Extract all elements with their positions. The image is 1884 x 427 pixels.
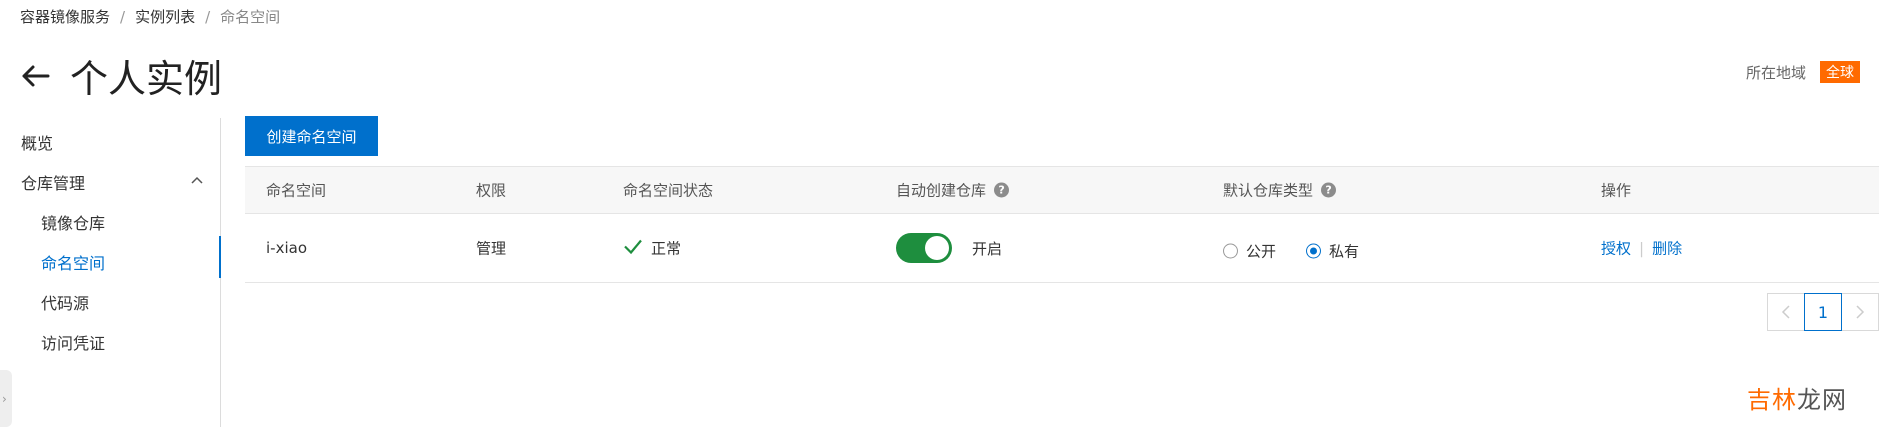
- page-header: 个人实例: [18, 48, 222, 103]
- region-selector[interactable]: 所在地域 全球: [1746, 61, 1860, 83]
- help-icon[interactable]: ?: [1321, 182, 1337, 198]
- breadcrumb-separator: /: [205, 7, 211, 26]
- sidebar-item-namespaces[interactable]: 命名空间: [41, 250, 105, 274]
- region-label: 所在地域: [1745, 63, 1806, 82]
- breadcrumb: 容器镜像服务 / 实例列表 / 命名空间: [20, 6, 280, 27]
- radio-option-public[interactable]: 公开: [1223, 241, 1276, 262]
- sidebar-item-overview[interactable]: 概览: [21, 130, 53, 154]
- repo-type-cell: 公开 私有: [1223, 241, 1381, 262]
- sidebar-item-access-credential[interactable]: 访问凭证: [41, 330, 105, 354]
- page-number-button[interactable]: 1: [1804, 293, 1842, 331]
- chevron-up-icon[interactable]: [190, 170, 204, 189]
- status-cell: 正常: [623, 238, 681, 259]
- actions-cell: 授权 | 删除: [1601, 238, 1682, 259]
- radio-private[interactable]: [1306, 243, 1322, 259]
- namespace-table: 命名空间 权限 命名空间状态 自动创建仓库 ? 默认仓库类型 ? 操作 i-xi…: [245, 166, 1879, 283]
- auto-create-cell: 开启: [896, 233, 1002, 263]
- radio-public-label: 公开: [1246, 242, 1277, 261]
- auto-create-label: 开启: [972, 239, 1003, 258]
- sidebar-group-repo-management[interactable]: 仓库管理: [21, 170, 85, 194]
- sidebar-item-repos[interactable]: 镜像仓库: [41, 210, 105, 234]
- sidebar-active-indicator: [219, 236, 221, 278]
- breadcrumb-item-instances[interactable]: 实例列表: [135, 6, 195, 27]
- header-default-repo-type: 默认仓库类型 ?: [1223, 180, 1337, 201]
- permission-value: 管理: [476, 239, 507, 258]
- header-auto-create: 自动创建仓库 ?: [896, 180, 1010, 201]
- header-default-repo-type-label: 默认仓库类型: [1223, 181, 1314, 200]
- sidebar-item-code-source[interactable]: 代码源: [41, 290, 89, 314]
- watermark-rest: 龙网: [1797, 386, 1847, 414]
- radio-public[interactable]: [1223, 243, 1238, 259]
- pagination: 1: [1767, 293, 1879, 331]
- sidebar-expand-handle[interactable]: ›: [0, 370, 12, 427]
- watermark-accent: 吉林: [1747, 386, 1797, 414]
- authorize-link[interactable]: 授权: [1601, 238, 1631, 259]
- header-actions: 操作: [1601, 181, 1632, 200]
- create-namespace-button[interactable]: 创建命名空间: [245, 116, 378, 156]
- breadcrumb-separator: /: [120, 7, 126, 26]
- toggle-knob: [925, 236, 949, 260]
- chevron-right-icon: [1856, 305, 1865, 319]
- prev-page-button[interactable]: [1767, 293, 1805, 331]
- region-badge[interactable]: 全球: [1820, 61, 1860, 83]
- header-permission: 权限: [476, 181, 507, 200]
- table-row: i-xiao 管理 正常 开启 公开 私有 授权 | 删除: [245, 214, 1879, 283]
- breadcrumb-item-service[interactable]: 容器镜像服务: [20, 6, 110, 27]
- check-icon: [623, 238, 643, 258]
- header-auto-create-label: 自动创建仓库: [896, 181, 987, 200]
- status-text: 正常: [651, 239, 682, 258]
- chevron-right-icon: ›: [2, 392, 7, 406]
- header-namespace: 命名空间: [266, 181, 327, 200]
- help-icon[interactable]: ?: [994, 182, 1010, 198]
- delete-link[interactable]: 删除: [1652, 238, 1682, 259]
- table-header: 命名空间 权限 命名空间状态 自动创建仓库 ? 默认仓库类型 ? 操作: [245, 166, 1879, 214]
- next-page-button[interactable]: [1841, 293, 1879, 331]
- auto-create-toggle[interactable]: [896, 233, 952, 263]
- sidebar: 概览 仓库管理 镜像仓库 命名空间 代码源 访问凭证: [0, 118, 221, 427]
- namespace-name: i-xiao: [266, 239, 307, 257]
- header-status: 命名空间状态: [623, 181, 714, 200]
- watermark: 吉林龙网: [1747, 380, 1847, 415]
- page-title: 个人实例: [70, 57, 223, 101]
- back-arrow-icon[interactable]: [18, 59, 52, 93]
- chevron-left-icon: [1781, 305, 1790, 319]
- radio-private-label: 私有: [1329, 242, 1360, 261]
- radio-option-private[interactable]: 私有: [1306, 241, 1359, 262]
- action-divider: |: [1639, 239, 1645, 257]
- breadcrumb-item-current: 命名空间: [220, 8, 281, 26]
